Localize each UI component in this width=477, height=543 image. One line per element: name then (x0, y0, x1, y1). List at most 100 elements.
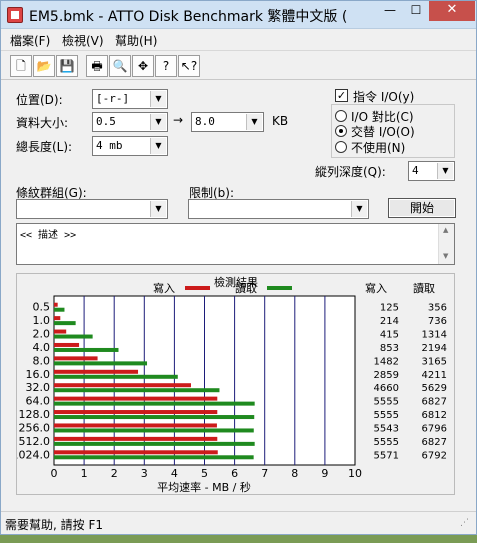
y-tick-label: 256.0 (19, 421, 51, 434)
drive-select[interactable]: [-r-] ▼ (92, 89, 168, 109)
toolbar: 🗋 📂 💾 🖶 🔍 ✥ ? ↖? (1, 50, 476, 80)
read-bar (54, 441, 255, 446)
read-bar (54, 455, 254, 460)
transfer-from-value: 0.5 (96, 115, 116, 128)
y-tick-label: 2.0 (33, 328, 51, 341)
write-value: 853 (380, 343, 399, 354)
chevron-down-icon[interactable]: ▼ (150, 91, 166, 107)
overlapped-io-radio[interactable] (335, 125, 347, 137)
read-value: 2194 (422, 343, 447, 354)
results-chart: 檢測結果 寫入 讀取 寫入 讀取 0.51.02.04.08.016.032.0… (17, 275, 447, 494)
direct-io-checkbox[interactable]: ✓ (335, 89, 348, 102)
write-value: 2859 (374, 370, 399, 381)
write-value: 5555 (374, 437, 399, 448)
results-panel: 檢測結果 寫入 讀取 寫入 讀取 0.5 1.0 2.0 4.0 8.0 16.0 32.0… (16, 273, 455, 495)
write-bar (54, 342, 80, 347)
legend-write-swatch (185, 286, 210, 290)
y-tick-label: 1.0 (33, 314, 51, 327)
x-tick-label: 2 (111, 467, 118, 480)
write-value: 214 (380, 316, 399, 327)
y-tick-label: 1024.0 (17, 448, 50, 461)
context-help-icon[interactable]: ↖? (178, 55, 200, 77)
chevron-down-icon[interactable]: ▼ (246, 114, 262, 130)
y-tick-label: 512.0 (19, 435, 51, 448)
y-tick-label: 64.0 (26, 395, 51, 408)
read-bar (54, 347, 119, 352)
x-tick-label: 5 (201, 467, 208, 480)
print-preview-icon[interactable]: 🔍 (109, 55, 131, 77)
read-bar (54, 361, 148, 366)
write-value: 1482 (374, 356, 399, 367)
read-bar (54, 401, 255, 406)
drive-label: 位置(D): (16, 93, 63, 107)
legend-read-label: 讀取 (235, 281, 257, 295)
total-length-select[interactable]: 4 mb ▼ (92, 136, 168, 156)
resize-grip-icon[interactable]: ⋰ (460, 518, 472, 530)
write-bar (54, 329, 67, 334)
transfer-size-from-select[interactable]: 0.5 ▼ (92, 112, 168, 132)
x-tick-label: 4 (171, 467, 178, 480)
menu-help[interactable]: 幫助(H) (115, 32, 157, 49)
y-tick-label: 4.0 (33, 341, 51, 354)
scroll-up-icon[interactable]: ▲ (443, 226, 448, 234)
queue-depth-label: 縱列深度(Q): (315, 165, 386, 179)
direct-io-label: 指令 I/O(y) (353, 90, 415, 104)
chevron-down-icon[interactable]: ▼ (150, 114, 166, 130)
write-bar (54, 316, 61, 321)
chevron-down-icon[interactable]: ▼ (150, 201, 166, 217)
write-bar (54, 383, 191, 388)
x-tick-label: 10 (348, 467, 362, 480)
chevron-down-icon[interactable]: ▼ (437, 163, 453, 179)
window-title: EM5.bmk - ATTO Disk Benchmark 繁體中文版 ( (29, 9, 348, 25)
read-bar (54, 374, 178, 379)
y-tick-label: 128.0 (19, 408, 51, 421)
write-value: 4660 (374, 383, 399, 394)
x-tick-label: 6 (231, 467, 238, 480)
write-value: 5571 (374, 450, 399, 461)
chevron-down-icon[interactable]: ▼ (351, 201, 367, 217)
read-value: 6792 (422, 450, 447, 461)
help-icon[interactable]: ? (155, 55, 177, 77)
start-button[interactable]: 開始 (388, 198, 456, 218)
description-text: << 描述 >> (20, 230, 77, 241)
y-tick-label: 0.5 (33, 301, 51, 314)
read-bar (54, 321, 76, 326)
save-icon[interactable]: 💾 (56, 55, 78, 77)
drive-value: [-r-] (96, 92, 130, 105)
menu-file[interactable]: 檔案(F) (10, 32, 50, 49)
transfer-to-value: 8.0 (195, 115, 215, 128)
stripe-group-select[interactable]: ▼ (16, 199, 168, 219)
y-tick-label: 16.0 (26, 368, 51, 381)
print-icon[interactable]: 🖶 (86, 55, 108, 77)
queue-depth-select[interactable]: 4 ▼ (408, 161, 455, 181)
app-window: EM5.bmk - ATTO Disk Benchmark 繁體中文版 ( — … (0, 0, 477, 535)
close-button[interactable]: ✕ (429, 1, 475, 21)
open-folder-icon[interactable]: 📂 (33, 55, 55, 77)
description-scrollbar[interactable]: ▲ ▼ (438, 224, 454, 264)
description-textarea[interactable]: << 描述 >> ▲ ▼ (16, 223, 455, 265)
chevron-down-icon[interactable]: ▼ (150, 138, 166, 154)
x-tick-label: 7 (261, 467, 268, 480)
x-axis-label: 平均速率 - MB / 秒 (157, 480, 251, 494)
minimize-button[interactable]: — (377, 1, 403, 21)
title-bar[interactable]: EM5.bmk - ATTO Disk Benchmark 繁體中文版 ( — … (1, 1, 476, 29)
write-value: 125 (380, 303, 399, 314)
neither-label: 不使用(N) (351, 141, 406, 155)
new-file-icon[interactable]: 🗋 (10, 55, 32, 77)
app-icon[interactable] (7, 7, 23, 23)
write-bar (54, 410, 218, 415)
menu-view[interactable]: 檢視(V) (62, 32, 104, 49)
transfer-size-to-select[interactable]: 8.0 ▼ (191, 112, 264, 132)
move-icon[interactable]: ✥ (132, 55, 154, 77)
io-compare-radio[interactable] (335, 110, 347, 122)
x-tick-label: 0 (51, 467, 58, 480)
limit-select[interactable]: ▼ (188, 199, 369, 219)
y-tick-label: 8.0 (33, 354, 51, 367)
desktop-background (0, 535, 477, 543)
read-column-header: 讀取 (413, 281, 435, 295)
scroll-down-icon[interactable]: ▼ (443, 252, 448, 260)
total-length-label: 總長度(L): (16, 140, 73, 154)
neither-radio[interactable] (335, 141, 347, 153)
x-tick-label: 9 (321, 467, 328, 480)
maximize-button[interactable]: ☐ (403, 1, 429, 21)
